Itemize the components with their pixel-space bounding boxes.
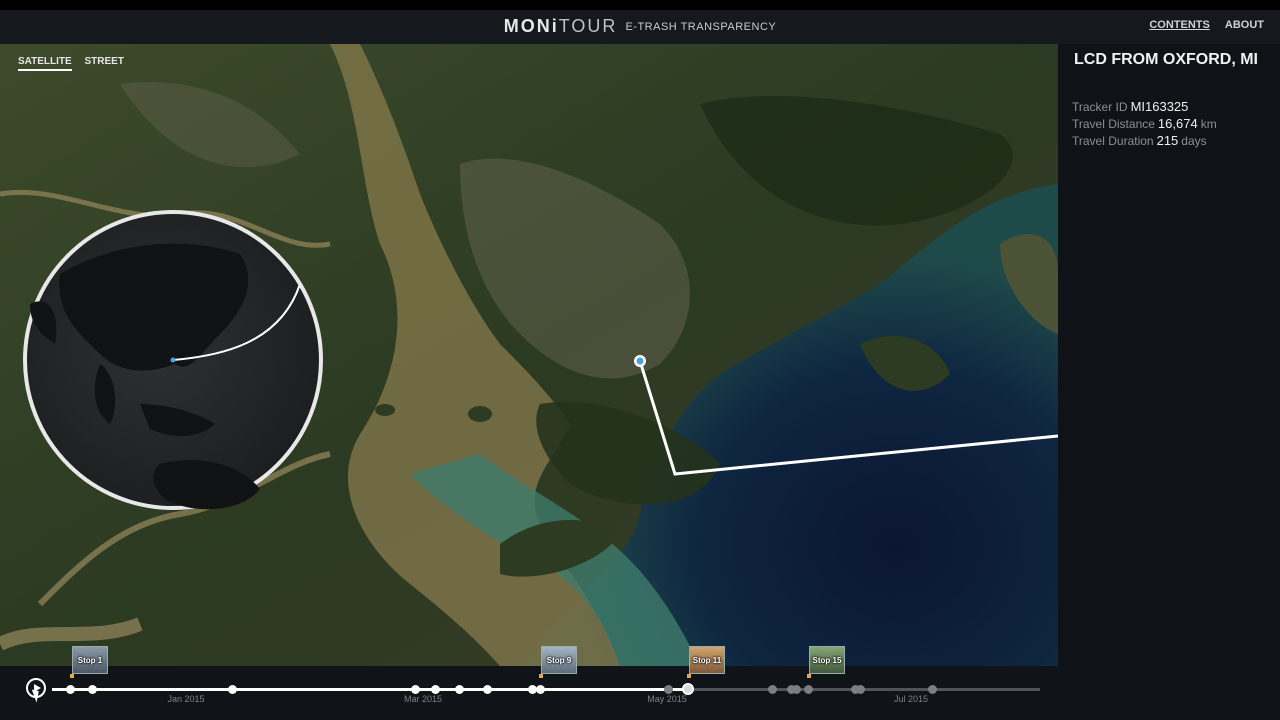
tracker-id-label: Tracker ID [1072,100,1128,114]
timeline-stop-dot[interactable] [768,685,777,694]
map-layer-toggle: SATELLITE STREET [18,56,134,71]
distance-row: Travel Distance 16,674 km [1072,116,1217,131]
satellite-imagery [0,44,1058,666]
map-view[interactable]: SATELLITE STREET [0,44,1058,666]
timeline-stop-dot[interactable] [88,685,97,694]
tracker-id-value: MI163325 [1130,99,1189,114]
month-label: Mar 2015 [403,694,443,704]
timeline-stop-dot[interactable] [455,685,464,694]
duration-label: Travel Duration [1072,134,1154,148]
tracker-id-row: Tracker ID MI163325 [1072,99,1191,114]
stop-label: Stop 1 [77,656,103,665]
timeline-stop-dot[interactable] [928,685,937,694]
stop-thumbnail[interactable]: Stop 9 [539,646,577,678]
timeline-stop-dot[interactable] [792,685,801,694]
timeline-stop-dot[interactable] [411,685,420,694]
app-logo[interactable]: MONiTOUR [504,16,618,36]
distance-value: 16,674 [1157,116,1198,131]
duration-unit: days [1181,134,1207,148]
brand: MONiTOUR E-TRASH TRANSPARENCY [0,16,1280,37]
stop-thumbnail[interactable]: Stop 1 [70,646,108,678]
item-details-panel: LCD FROM OXFORD, MI Tracker ID MI163325 T… [1058,44,1280,666]
stop-label: Stop 9 [546,656,572,665]
globe-inset [23,210,323,510]
stop-thumbnail[interactable]: Stop 11 [687,646,725,678]
timeline-stop-dot[interactable] [536,685,545,694]
timeline-stop-dot[interactable] [483,685,492,694]
distance-unit: km [1200,117,1217,131]
street-layer-button[interactable]: STREET [84,56,123,67]
timeline-stop-dot[interactable] [66,685,75,694]
duration-value: 215 [1156,133,1179,148]
stop-thumbnail[interactable]: Stop 15 [807,646,845,678]
app-tagline: E-TRASH TRANSPARENCY [625,21,777,33]
logo-light: TOUR [558,16,618,36]
stop-label: Stop 11 [692,656,722,665]
timeline-stop-dot[interactable] [228,685,237,694]
timeline-stop-dot[interactable] [664,685,673,694]
nav-about-link[interactable]: ABOUT [1225,19,1264,31]
distance-label: Travel Distance [1072,117,1155,131]
month-label: Jul 2015 [893,694,929,704]
timeline-bar [0,666,1280,720]
top-bar: MONiTOUR E-TRASH TRANSPARENCY CONTENTS A… [0,0,1280,44]
month-label: May 2015 [647,694,687,704]
timeline-progress[interactable] [52,688,688,691]
timeline-stop-dot[interactable] [804,685,813,694]
month-label: Jan 2015 [167,694,205,704]
top-nav: CONTENTS ABOUT [1137,19,1264,31]
stop-label: Stop 15 [812,656,842,665]
timeline-stop-dot[interactable] [856,685,865,694]
item-title: LCD FROM OXFORD, MI [1074,51,1258,68]
timeline-stop-dot[interactable] [431,685,440,694]
duration-row: Travel Duration 215 days [1072,133,1207,148]
nav-contents-link[interactable]: CONTENTS [1149,19,1210,31]
logo-bold: MONi [503,16,559,36]
satellite-layer-button[interactable]: SATELLITE [18,56,72,71]
